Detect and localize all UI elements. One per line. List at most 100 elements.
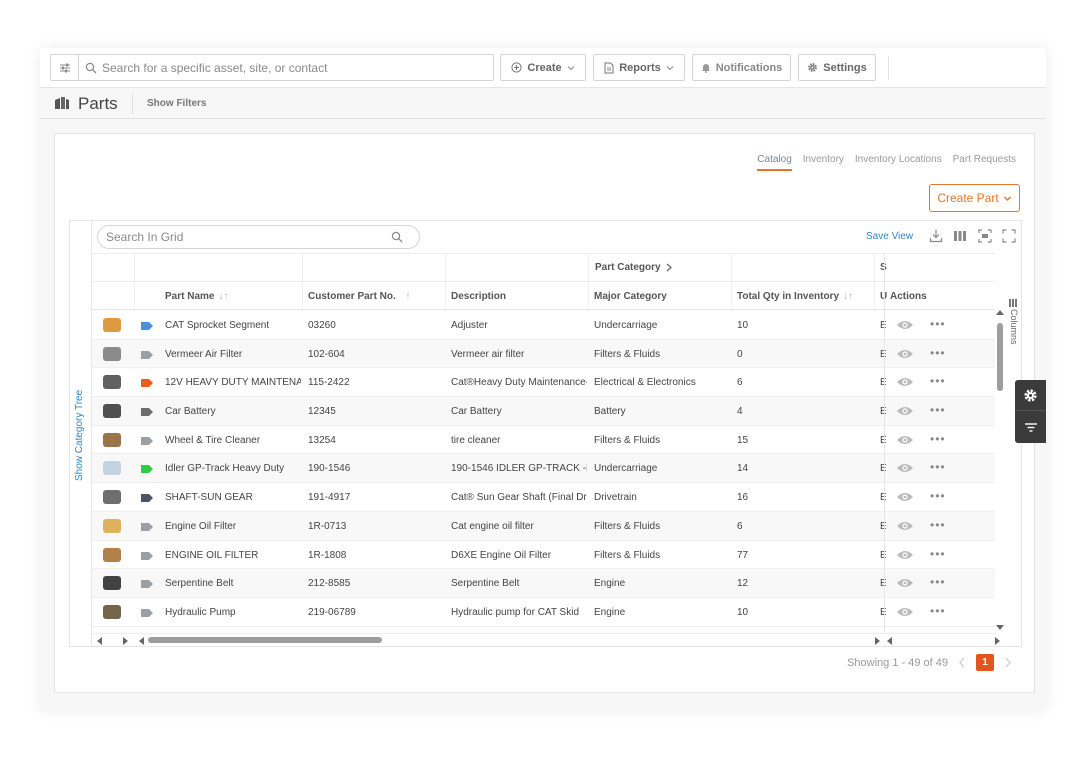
cell-part-name[interactable]: Wheel & Tire Cleaner	[165, 435, 301, 446]
cell-part-name[interactable]: Idler GP-Track Heavy Duty	[165, 463, 301, 474]
part-category-group-header[interactable]: Part Category	[595, 262, 673, 273]
cell-part-name[interactable]: Hydraulic Pump	[165, 607, 301, 618]
scroll-left-icon[interactable]	[138, 637, 144, 645]
widget-settings-button[interactable]	[1015, 380, 1046, 411]
scroll-left-icon[interactable]	[96, 637, 102, 645]
download-icon[interactable]	[929, 229, 943, 243]
header-major-category[interactable]: Major Category	[594, 291, 667, 302]
scroll-right-icon[interactable]	[123, 637, 129, 645]
cell-total-qty: 4	[737, 406, 743, 418]
cell-total-qty: 6	[737, 520, 743, 532]
cell-part-name[interactable]: CAT Sprocket Segment	[165, 320, 301, 331]
table-row[interactable]: SHAFT-SUN GEAR 191-4917 Cat® Sun Gear Shaf…	[92, 483, 995, 512]
cell-customer-part-no: 219-06789	[308, 606, 356, 618]
column-chooser-icon[interactable]	[953, 229, 967, 243]
floating-side-widget	[1015, 380, 1046, 443]
table-row[interactable]: Car Battery12345Car BatteryBattery4E•••	[92, 397, 995, 426]
table-row[interactable]: Hydraulic Pump 219-06789 Hydraulic pump fo…	[92, 598, 995, 627]
header-part-name[interactable]: Part Name ↓↑	[165, 291, 228, 302]
tab-part-requests[interactable]: Part Requests	[953, 154, 1016, 171]
header-total-qty[interactable]: Total Qty in Inventory ↓↑	[737, 291, 853, 302]
category-tree-toggle[interactable]: Show Category Tree	[70, 221, 92, 646]
tag-icon	[141, 465, 153, 474]
cell-major-category: Filters & Fluids	[594, 549, 661, 561]
cell-part-name[interactable]: SHAFT-SUN GEAR	[165, 492, 301, 503]
cell-part-name[interactable]: Vermeer Air Filter	[165, 349, 301, 360]
save-view-link[interactable]: Save View	[866, 231, 913, 242]
settings-button[interactable]: Settings	[798, 54, 876, 81]
cell-total-qty: 77	[737, 549, 749, 561]
grid-search-input[interactable]	[106, 230, 391, 244]
part-thumbnail	[98, 371, 126, 393]
reports-menu-button[interactable]: Reports	[593, 54, 685, 81]
scroll-left-icon[interactable]	[886, 637, 892, 645]
part-thumbnail	[98, 314, 126, 336]
header-divider	[132, 94, 133, 114]
create-part-button[interactable]: Create Part	[929, 184, 1020, 212]
cell-major-category: Filters & Fluids	[594, 434, 661, 446]
notifications-button[interactable]: Notifications	[692, 54, 791, 81]
cell-description: Cat®Heavy Duty Maintenance-Free	[451, 377, 587, 389]
cell-customer-part-no: 212-8585	[308, 578, 351, 590]
cell-part-name[interactable]: Engine Oil Filter	[165, 521, 301, 532]
global-search-input[interactable]	[102, 60, 482, 75]
cell-part-name[interactable]: Serpentine Belt	[165, 578, 301, 589]
scroll-up-icon[interactable]	[996, 309, 1004, 315]
cell-part-name[interactable]: ENGINE OIL FILTER	[165, 550, 301, 561]
table-row[interactable]: Engine Oil Filter 1R-0713 Cat engine oil f…	[92, 511, 995, 541]
tab-inventory-locations[interactable]: Inventory Locations	[855, 154, 942, 171]
cell-major-category: Filters & Fluids	[594, 520, 661, 532]
cell-description: D6XE Engine Oil Filter	[451, 549, 552, 561]
cell-description: Hydraulic pump for CAT Skid	[451, 606, 580, 618]
tag-icon	[141, 322, 153, 330]
header-description[interactable]: Description	[451, 291, 506, 302]
cell-description: Adjuster	[451, 320, 488, 331]
tab-catalog[interactable]: Catalog	[757, 154, 792, 171]
chevron-left-icon[interactable]	[958, 657, 966, 668]
tag-icon	[141, 608, 153, 617]
table-row[interactable]: ENGINE OIL FILTER 1R-1808 D6XE Engine Oil …	[92, 541, 995, 570]
scroll-right-icon[interactable]	[995, 637, 1001, 645]
tag-icon	[141, 522, 153, 531]
cell-description: 190-1546 IDLER GP-TRACK -HEAVY	[451, 463, 587, 475]
show-filters-link[interactable]: Show Filters	[147, 98, 206, 109]
chevron-right-icon[interactable]	[1004, 657, 1012, 668]
gear-icon	[808, 63, 818, 72]
notifications-label: Notifications	[715, 61, 783, 74]
cell-part-name[interactable]: Car Battery	[165, 406, 301, 417]
scroll-right-icon[interactable]	[875, 637, 881, 645]
create-menu-label: Create	[527, 61, 562, 74]
columns-side-panel-toggle[interactable]: Columns	[1005, 299, 1021, 359]
cell-major-category: Engine	[594, 606, 626, 618]
widget-filter-button[interactable]	[1015, 412, 1046, 443]
parts-icon	[55, 97, 69, 109]
fullscreen-icon[interactable]	[1002, 229, 1016, 243]
cell-major-category: Undercarriage	[594, 320, 658, 331]
table-row[interactable]: CAT Sprocket Segment 03260 Adjuster Underca…	[92, 311, 995, 340]
table-row[interactable]: Vermeer Air Filter 102-604 Vermeer air fil…	[92, 339, 995, 369]
cell-part-name[interactable]: 12V HEAVY DUTY MAINTENANCE	[165, 377, 301, 388]
table-row[interactable]: 12V HEAVY DUTY MAINTENANCE 115-2422 Cat®He…	[92, 368, 995, 398]
create-menu-button[interactable]: Create	[500, 54, 586, 81]
page-number-current[interactable]: 1	[976, 654, 994, 671]
cell-customer-part-no: 191-4917	[308, 492, 351, 504]
cell-total-qty: 15	[737, 434, 749, 446]
horizontal-scroll-thumb[interactable]	[148, 637, 382, 643]
filter-toggle-button[interactable]	[50, 54, 78, 81]
tag-icon	[141, 408, 153, 417]
grid-rows: CAT Sprocket Segment 03260 Adjuster Underca…	[92, 311, 995, 627]
cell-total-qty: 12	[737, 578, 749, 590]
header-customer-part-no[interactable]: Customer Part No. ↑	[308, 291, 410, 302]
table-row[interactable]: Serpentine Belt 212-8585 Serpentine Belt En…	[92, 569, 995, 598]
table-row[interactable]: Wheel & Tire Cleaner 13254 tire cleaner Fil…	[92, 426, 995, 455]
vertical-scrollbar[interactable]	[995, 309, 1005, 631]
content-panel: Catalog Inventory Inventory Locations Pa…	[54, 133, 1035, 693]
scroll-down-icon[interactable]	[996, 625, 1004, 631]
part-thumbnail	[98, 486, 126, 508]
tab-inventory[interactable]: Inventory	[803, 154, 844, 171]
pagination: Showing 1 - 49 of 49 1	[847, 654, 1012, 671]
vertical-scroll-thumb[interactable]	[997, 323, 1003, 391]
fit-screen-icon[interactable]	[978, 229, 992, 243]
horizontal-scrollbar[interactable]	[92, 633, 1000, 645]
table-row[interactable]: Idler GP-Track Heavy Duty 190-1546 190-154…	[92, 454, 995, 484]
